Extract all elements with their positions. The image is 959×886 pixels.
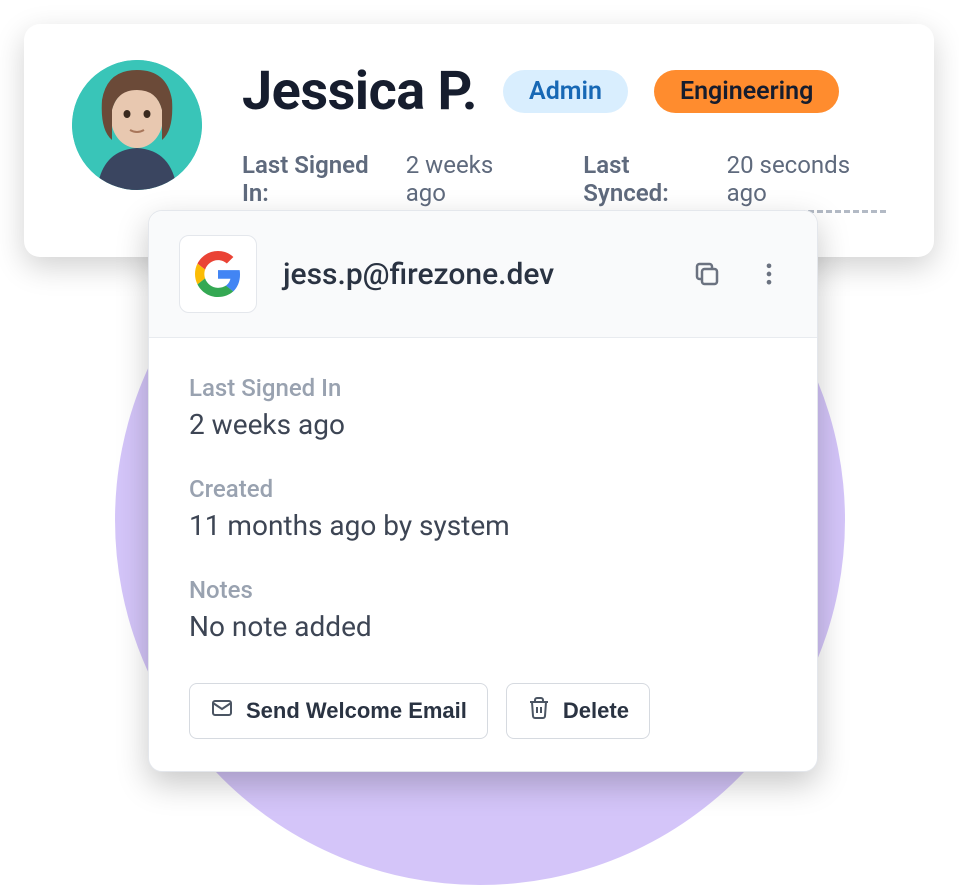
mail-icon [210,696,234,726]
google-icon [179,235,257,313]
user-name: Jessica P. [242,60,477,123]
more-menu-icon[interactable] [751,256,787,292]
trash-icon [527,696,551,726]
copy-icon[interactable] [689,256,725,292]
meta-row: Last Signed In: 2 weeks ago Last Synced:… [242,151,886,213]
button-label: Delete [563,698,629,724]
detail-card: jess.p@firezone.dev Last Signed In 2 wee… [148,210,818,772]
field-notes: Notes No note added [189,576,777,643]
send-welcome-email-button[interactable]: Send Welcome Email [189,683,488,739]
actions-row: Send Welcome Email Delete [189,683,777,739]
last-synced-item: Last Synced: 20 seconds ago [583,151,886,213]
field-created: Created 11 months ago by system [189,475,777,542]
detail-body: Last Signed In 2 weeks ago Created 11 mo… [149,338,817,771]
email-address: jess.p@firezone.dev [283,257,663,292]
field-value: No note added [189,610,777,643]
field-label: Notes [189,576,777,604]
last-synced-label: Last Synced: [583,151,712,207]
profile-main: Jessica P. Admin Engineering Last Signed… [242,60,886,213]
button-label: Send Welcome Email [246,698,467,724]
field-value: 11 months ago by system [189,509,777,542]
detail-header: jess.p@firezone.dev [149,211,817,338]
last-synced-value: 20 seconds ago [727,151,886,213]
delete-button[interactable]: Delete [506,683,650,739]
field-value: 2 weeks ago [189,408,777,441]
badge-admin[interactable]: Admin [503,70,628,113]
field-label: Last Signed In [189,374,777,402]
field-label: Created [189,475,777,503]
field-last-signed-in: Last Signed In 2 weeks ago [189,374,777,441]
last-signed-in-item: Last Signed In: 2 weeks ago [242,151,531,213]
avatar-image [72,60,202,190]
avatar[interactable] [72,60,202,190]
last-signed-in-label: Last Signed In: [242,151,392,207]
name-row: Jessica P. Admin Engineering [242,60,886,123]
last-signed-in-value: 2 weeks ago [406,151,532,213]
badge-engineering[interactable]: Engineering [654,70,839,113]
